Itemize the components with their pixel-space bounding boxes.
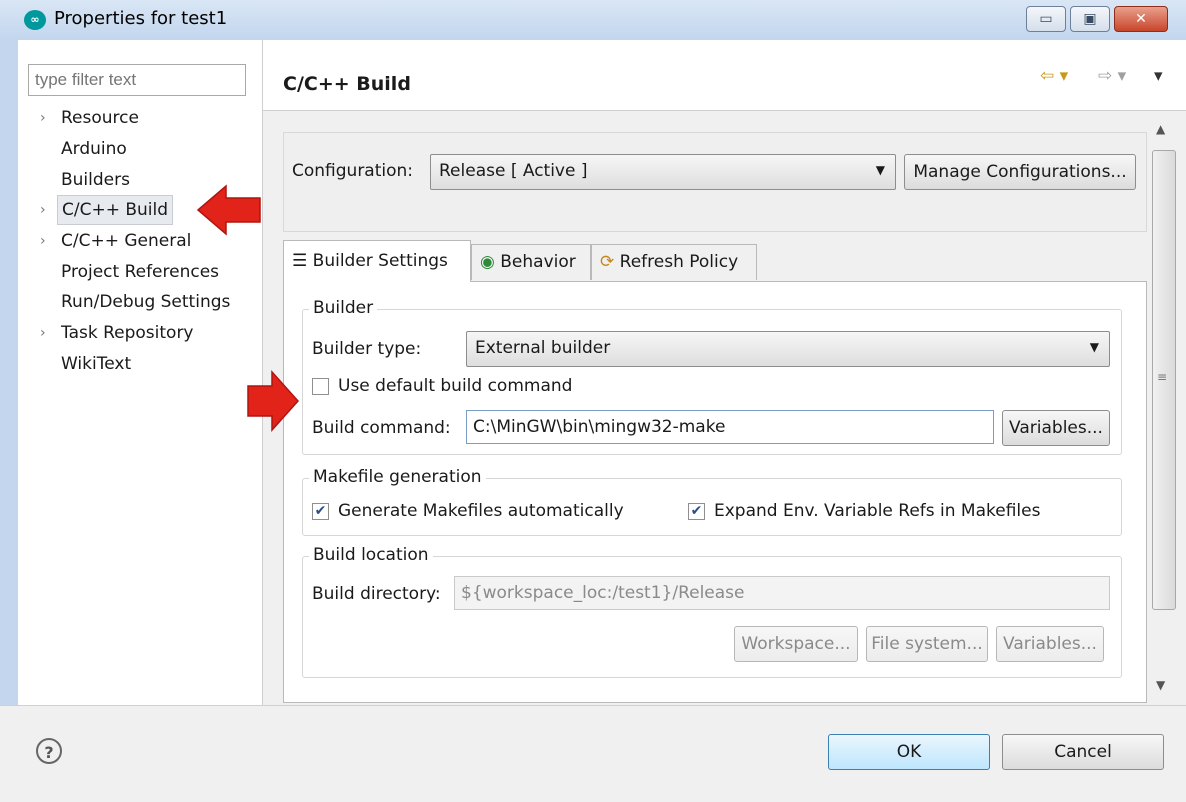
page-title: C/C++ Build <box>283 73 411 95</box>
sidebar-item-label: Run/Debug Settings <box>61 292 231 312</box>
expand-env-vars-checkbox[interactable]: ✔ <box>688 503 705 520</box>
sidebar-item-label: Task Repository <box>61 323 194 343</box>
sidebar <box>18 40 263 705</box>
tab-label: Refresh Policy <box>619 252 739 272</box>
builder-group-title: Builder <box>309 298 378 318</box>
arduino-icon: ∞ <box>24 10 46 30</box>
generate-makefiles-checkbox[interactable]: ✔ <box>312 503 329 520</box>
maximize-button[interactable]: ▣ <box>1070 6 1110 32</box>
annotation-arrow-icon <box>196 184 261 236</box>
build-directory-label: Build directory: <box>312 584 441 604</box>
filter-input[interactable] <box>28 64 246 96</box>
annotation-arrow-icon <box>247 370 300 432</box>
builder-type-select[interactable]: External builder ▼ <box>466 331 1110 367</box>
use-default-build-command-label: Use default build command <box>338 376 573 396</box>
configuration-select[interactable]: Release [ Active ] ▼ <box>430 154 896 190</box>
help-icon[interactable]: ? <box>36 738 62 764</box>
close-button[interactable]: ✕ <box>1114 6 1168 32</box>
file-system-button[interactable]: File system... <box>866 626 988 662</box>
chevron-right-icon[interactable]: › <box>40 196 46 224</box>
view-menu-icon[interactable]: ▾ <box>1154 66 1163 86</box>
chevron-right-icon[interactable]: › <box>40 104 46 132</box>
tab-behavior[interactable]: ◉ Behavior <box>471 244 591 280</box>
builder-variables-button[interactable]: Variables... <box>1002 410 1110 446</box>
radio-icon: ◉ <box>480 252 495 272</box>
chevron-right-icon[interactable]: › <box>40 227 46 255</box>
configuration-value: Release [ Active ] <box>439 161 588 181</box>
tab-refresh-policy[interactable]: ⟳ Refresh Policy <box>591 244 757 280</box>
window-frame-left <box>0 40 18 801</box>
forward-icon[interactable]: ⇨ ▾ <box>1098 66 1126 86</box>
scroll-up-icon[interactable]: ▲ <box>1156 122 1165 136</box>
list-icon: ☰ <box>292 251 308 271</box>
ok-button[interactable]: OK <box>828 734 990 770</box>
refresh-icon: ⟳ <box>600 252 615 272</box>
scroll-down-icon[interactable]: ▼ <box>1156 678 1165 692</box>
minimize-button[interactable]: ▭ <box>1026 6 1066 32</box>
chevron-right-icon[interactable]: › <box>40 319 46 347</box>
back-icon[interactable]: ⇦ ▾ <box>1040 66 1068 86</box>
sidebar-item-label: C/C++ General <box>61 231 192 251</box>
manage-configurations-button[interactable]: Manage Configurations... <box>904 154 1136 190</box>
sidebar-item-label: WikiText <box>61 354 132 374</box>
builder-type-label: Builder type: <box>312 339 422 359</box>
sidebar-item-label: Arduino <box>61 139 127 159</box>
cancel-button[interactable]: Cancel <box>1002 734 1164 770</box>
tab-label: Builder Settings <box>312 251 448 271</box>
sidebar-item-label: Project References <box>61 262 220 282</box>
sidebar-item-label: Resource <box>61 108 139 128</box>
makefile-generation-title: Makefile generation <box>309 467 486 487</box>
build-command-label: Build command: <box>312 418 451 438</box>
tab-label: Behavior <box>500 252 576 272</box>
window-title: Properties for test1 <box>54 8 228 29</box>
configuration-label: Configuration: <box>292 161 414 181</box>
dropdown-arrow-icon[interactable]: ▼ <box>876 163 885 177</box>
expand-env-vars-label: Expand Env. Variable Refs in Makefiles <box>714 501 1041 521</box>
grip-icon: ≡ <box>1157 370 1168 384</box>
build-directory-input[interactable]: ${workspace_loc:/test1}/Release <box>454 576 1110 610</box>
tab-builder-settings[interactable]: ☰ Builder Settings <box>283 240 471 282</box>
sidebar-item-label: C/C++ Build <box>57 195 174 225</box>
builder-type-value: External builder <box>475 338 611 358</box>
dropdown-arrow-icon[interactable]: ▼ <box>1090 340 1099 354</box>
generate-makefiles-label: Generate Makefiles automatically <box>338 501 624 521</box>
location-variables-button[interactable]: Variables... <box>996 626 1104 662</box>
use-default-build-command-checkbox[interactable] <box>312 378 329 395</box>
build-location-title: Build location <box>309 545 433 565</box>
sidebar-item-label: Builders <box>61 170 130 190</box>
workspace-button[interactable]: Workspace... <box>734 626 858 662</box>
build-command-input[interactable]: C:\MinGW\bin\mingw32-make <box>466 410 994 444</box>
